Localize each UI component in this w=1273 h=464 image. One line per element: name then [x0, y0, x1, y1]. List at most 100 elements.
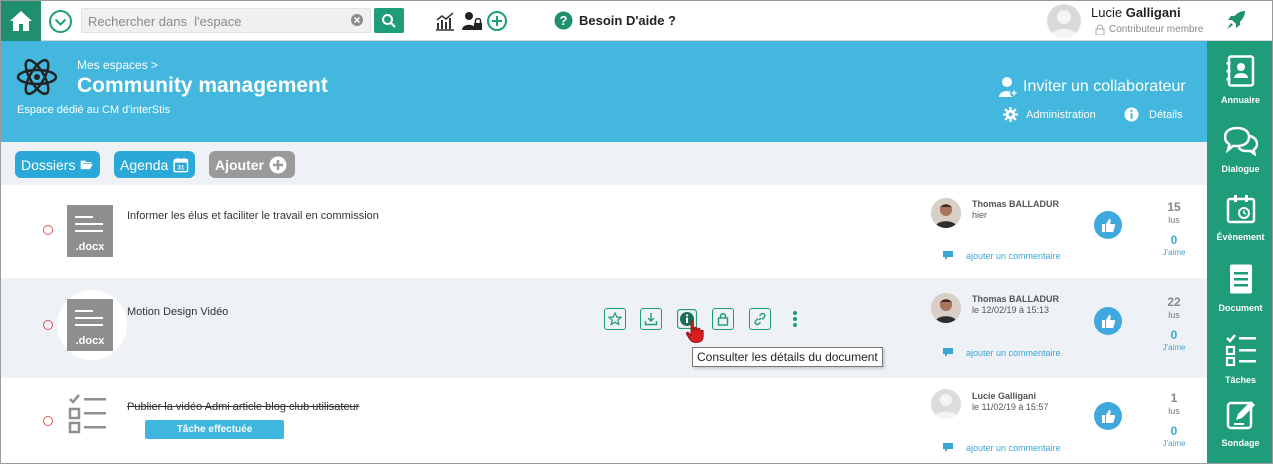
- help-link[interactable]: ? Besoin D'aide ?: [554, 11, 676, 30]
- lock-icon: [1095, 24, 1105, 35]
- star-icon: [608, 312, 622, 326]
- user-first-name: Lucie: [1091, 5, 1126, 20]
- rocket-icon[interactable]: [1225, 9, 1247, 31]
- user-lock-icon[interactable]: [461, 10, 483, 32]
- gear-icon: [1003, 107, 1018, 122]
- more-vertical-icon[interactable]: [792, 310, 798, 328]
- sidebar-item-annuaire[interactable]: Annuaire: [1207, 55, 1272, 105]
- add-comment-label: ajouter un commentaire: [966, 250, 1061, 261]
- add-comment-link[interactable]: ajouter un commentaire: [942, 250, 1061, 261]
- read-label: lus: [1168, 215, 1180, 225]
- author-name[interactable]: Thomas BALLADUR: [972, 294, 1059, 304]
- docx-file-icon[interactable]: .docx: [67, 299, 113, 351]
- calendar-icon: 31: [173, 157, 189, 172]
- home-button[interactable]: [1, 1, 41, 41]
- invite-collaborator-button[interactable]: Inviter un collaborateur: [997, 76, 1186, 98]
- favorite-button[interactable]: [604, 308, 626, 330]
- read-count: 1: [1170, 391, 1178, 405]
- like-label: J'aime: [1162, 248, 1186, 257]
- details-link[interactable]: Détails: [1124, 107, 1183, 122]
- info-icon: [1124, 107, 1139, 122]
- add-comment-link[interactable]: ajouter un commentaire: [942, 347, 1061, 358]
- add-comment-link[interactable]: ajouter un commentaire: [942, 442, 1061, 453]
- hand-cursor-icon: [685, 320, 704, 343]
- add-circle-icon[interactable]: [486, 10, 508, 32]
- docx-file-icon[interactable]: .docx: [67, 205, 113, 257]
- like-button[interactable]: [1094, 402, 1122, 430]
- like-label: J'aime: [1162, 439, 1186, 448]
- search-input[interactable]: [88, 12, 338, 30]
- list-item[interactable]: Publier la vidéo Admi article blog club …: [1, 378, 1207, 463]
- sidebar-item-label: Document: [1218, 303, 1263, 313]
- user-name[interactable]: Lucie Galligani: [1091, 5, 1181, 20]
- item-title[interactable]: Informer les élus et faciliter le travai…: [127, 210, 379, 222]
- administration-link[interactable]: Administration: [1003, 107, 1096, 122]
- sidebar-item-document[interactable]: Document: [1207, 263, 1272, 313]
- address-book-icon: [1226, 55, 1254, 87]
- folders-button[interactable]: Dossiers: [15, 151, 100, 178]
- status-dot[interactable]: [43, 416, 53, 426]
- sidebar-item-label: Tâches: [1224, 375, 1257, 385]
- list-item[interactable]: .docx Informer les élus et faciliter le …: [1, 186, 1207, 278]
- poll-icon: [1226, 401, 1255, 430]
- add-comment-label: ajouter un commentaire: [966, 347, 1061, 358]
- avatar[interactable]: [931, 293, 961, 323]
- link-button[interactable]: [749, 308, 771, 330]
- agenda-day: 31: [178, 164, 185, 171]
- like-button[interactable]: [1094, 211, 1122, 239]
- user-placeholder-icon: [1050, 10, 1078, 38]
- like-count: 0: [1170, 233, 1178, 247]
- checklist-icon[interactable]: [67, 393, 109, 435]
- item-title[interactable]: Publier la vidéo Admi article blog club …: [127, 401, 359, 413]
- author-name[interactable]: Lucie Galligani: [972, 391, 1036, 401]
- lock-icon: [717, 313, 729, 326]
- avatar[interactable]: [931, 198, 961, 228]
- timestamp: le 12/02/19 à 15:13: [972, 305, 1050, 315]
- invite-label: Inviter un collaborateur: [1023, 78, 1186, 95]
- tooltip: Consulter les détails du document: [692, 347, 883, 367]
- file-extension: .docx: [75, 241, 105, 253]
- page-title: Community management: [77, 74, 328, 97]
- like-button[interactable]: [1094, 307, 1122, 335]
- list-item[interactable]: .docx Motion Design Vidéo Consulter les …: [1, 278, 1207, 378]
- breadcrumb[interactable]: Mes espaces >: [77, 58, 158, 72]
- search-button[interactable]: [374, 8, 404, 33]
- sidebar-item-label: Dialogue: [1221, 164, 1260, 174]
- read-count: 22: [1167, 295, 1181, 309]
- status-dot[interactable]: [43, 320, 53, 330]
- thumbs-up-icon: [1101, 314, 1115, 328]
- sidebar-item-dialogue[interactable]: Dialogue: [1207, 126, 1272, 174]
- document-icon: [1229, 264, 1252, 294]
- chevron-down-icon[interactable]: [48, 9, 73, 34]
- app-frame: ? Besoin D'aide ? Lucie Galligani Contri…: [0, 0, 1273, 464]
- sidebar-item-label: Évènement: [1216, 232, 1265, 242]
- avatar[interactable]: [931, 389, 961, 419]
- stats-chart-icon[interactable]: [434, 10, 456, 32]
- like-count: 0: [1170, 424, 1178, 438]
- author-name[interactable]: Thomas BALLADUR: [972, 199, 1059, 209]
- agenda-button[interactable]: Agenda 31: [114, 151, 195, 178]
- right-sidebar: Annuaire Dialogue Évènement Document Tâc…: [1207, 41, 1272, 463]
- user-last-name: Galligani: [1125, 5, 1181, 20]
- plus-circle-icon: [269, 156, 287, 173]
- user-placeholder-icon: [934, 394, 958, 419]
- add-comment-label: ajouter un commentaire: [966, 442, 1061, 453]
- user-avatar[interactable]: [1047, 4, 1081, 38]
- download-icon: [644, 313, 658, 326]
- thumbs-up-icon: [1101, 218, 1115, 232]
- sidebar-item-taches[interactable]: Tâches: [1207, 333, 1272, 385]
- download-button[interactable]: [640, 308, 662, 330]
- lock-button[interactable]: [712, 308, 734, 330]
- calendar-icon: [1226, 195, 1255, 224]
- add-button[interactable]: Ajouter: [209, 151, 295, 178]
- clear-search-icon[interactable]: [350, 13, 364, 27]
- status-dot[interactable]: [43, 225, 53, 235]
- comment-icon: [943, 443, 953, 452]
- chat-icon: [1223, 126, 1258, 158]
- thumbs-up-icon: [1101, 409, 1115, 423]
- read-label: lus: [1168, 406, 1180, 416]
- sidebar-item-sondage[interactable]: Sondage: [1207, 398, 1272, 448]
- sidebar-item-evenement[interactable]: Évènement: [1207, 194, 1272, 242]
- item-title[interactable]: Motion Design Vidéo: [127, 306, 228, 318]
- atom-logo-icon: [16, 58, 58, 96]
